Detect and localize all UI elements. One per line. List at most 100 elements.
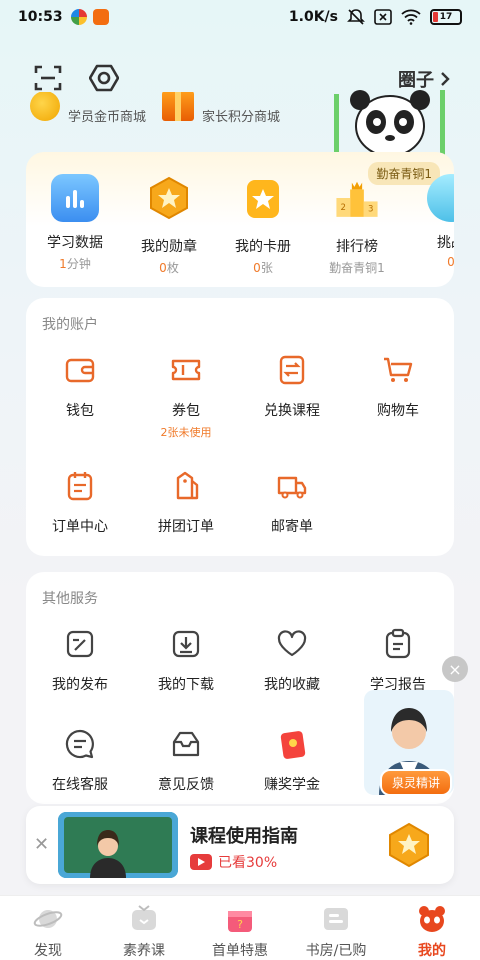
my-posts-button[interactable]: 我的发布 <box>30 628 130 694</box>
chart-icon <box>51 174 99 222</box>
guide-progress-text: 已看30% <box>218 855 278 871</box>
play-icon <box>190 854 212 870</box>
shop-notification-icon <box>92 9 109 25</box>
sim-off-icon <box>374 9 392 25</box>
achv-challenge[interactable]: 挑战 0 <box>406 174 454 269</box>
svg-text:?: ? <box>237 918 243 931</box>
guide-title: 课程使用指南 <box>190 826 298 847</box>
tab-bookshelf[interactable]: 书房/已购 <box>288 896 384 960</box>
mail-order-button[interactable]: 邮寄单 <box>242 470 342 536</box>
guide-card[interactable]: ✕ 课程使用指南 已看30% <box>26 806 454 884</box>
svg-text:3: 3 <box>368 205 373 215</box>
tab-mine[interactable]: 我的 <box>384 896 480 960</box>
tab-label: 首单特惠 <box>212 943 268 959</box>
panda-mascot-illustration <box>334 90 445 156</box>
clipboard-icon <box>385 628 411 659</box>
guide-progress: 已看30% <box>190 852 277 872</box>
achv-title: 我的勋章 <box>141 239 197 255</box>
tab-literacy-course[interactable]: 素养课 <box>96 896 192 960</box>
mute-icon <box>347 9 365 25</box>
grid-label: 兑换课程 <box>264 403 320 419</box>
grid-label: 购物车 <box>377 403 419 419</box>
grid-label: 我的发布 <box>52 677 108 693</box>
grid-label: 赚奖学金 <box>264 777 320 793</box>
achv-sub: 0 <box>447 255 454 269</box>
status-time: 10:53 <box>18 9 63 25</box>
guide-close-icon[interactable]: ✕ <box>34 834 49 855</box>
chat-icon <box>65 729 94 759</box>
online-service-button[interactable]: 在线客服 <box>30 728 130 794</box>
bottom-tab-bar: 发现 素养课 ? 首单特惠 书房/已购 我的 <box>0 895 480 960</box>
my-favorites-button[interactable]: 我的收藏 <box>242 628 342 694</box>
grid-label: 拼团订单 <box>158 519 214 535</box>
truck-icon <box>277 476 307 499</box>
tab-label: 我的 <box>418 943 446 959</box>
achv-medals[interactable]: 我的勋章 0枚 <box>124 174 214 276</box>
achv-cards[interactable]: 我的卡册 0张 <box>218 174 308 276</box>
achievement-card: 勤奋青铜1 学习数据 1分钟 我的勋章 0枚 我的卡册 0张 23 排行榜 勤奋… <box>26 152 454 287</box>
feedback-button[interactable]: 意见反馈 <box>136 728 236 794</box>
wallet-button[interactable]: 钱包 <box>30 354 130 420</box>
student-coin-mall[interactable]: 学员金币商城 <box>30 92 146 125</box>
achv-sub: 勤奋青铜1 <box>329 261 385 275</box>
grid-label: 我的下载 <box>158 677 214 693</box>
card-icon <box>247 180 279 218</box>
settings-icon[interactable] <box>86 60 122 96</box>
feedback-icon <box>172 731 200 757</box>
achv-leaderboard[interactable]: 23 排行榜 勤奋青铜1 <box>312 174 402 276</box>
planet-icon <box>33 910 63 928</box>
grid-label: 钱包 <box>66 403 94 419</box>
medal-badge-icon <box>389 822 429 868</box>
grid-label: 在线客服 <box>52 777 108 793</box>
exchange-course-button[interactable]: 兑换课程 <box>242 354 342 420</box>
exchange-icon <box>279 355 305 385</box>
cart-button[interactable]: 购物车 <box>348 354 448 420</box>
medal-icon <box>150 176 188 220</box>
account-card: 我的账户 钱包 券包 2张未使用 兑换课程 购物车 订单中心 拼团订单 邮寄单 <box>26 298 454 556</box>
study-report-button[interactable]: 学习报告 <box>348 628 448 694</box>
svg-text:2: 2 <box>341 203 346 213</box>
scan-icon[interactable] <box>30 60 66 96</box>
floating-close-button[interactable]: × <box>442 656 468 682</box>
achv-sub: 1分钟 <box>59 257 91 271</box>
achv-title: 我的卡册 <box>235 239 291 255</box>
earn-scholarship-button[interactable]: 赚奖学金 <box>242 728 342 794</box>
grid-label: 邮寄单 <box>271 519 313 535</box>
group-order-icon <box>176 471 199 500</box>
red-envelope-icon <box>280 731 306 759</box>
cart-icon <box>384 357 413 382</box>
parent-points-mall[interactable]: 家长积分商城 <box>162 92 280 125</box>
floating-tag[interactable]: 泉灵精讲 <box>379 769 452 796</box>
grid-label: 意见反馈 <box>158 777 214 793</box>
wifi-icon <box>401 9 421 25</box>
network-speed: 1.0K/s <box>288 9 338 25</box>
tab-discover[interactable]: 发现 <box>0 896 96 960</box>
tv-icon <box>132 905 156 930</box>
achv-sub: 0枚 <box>159 261 179 275</box>
order-center-button[interactable]: 订单中心 <box>30 470 130 536</box>
battery-level: 17 <box>439 12 453 22</box>
grid-label: 券包 <box>172 403 200 419</box>
gift-icon <box>162 92 194 121</box>
group-order-button[interactable]: 拼团订单 <box>136 470 236 536</box>
achv-sub: 0张 <box>253 261 273 275</box>
tab-first-order-deal[interactable]: ? 首单特惠 <box>192 896 288 960</box>
guide-video-thumbnail[interactable] <box>58 812 178 878</box>
achv-title: 学习数据 <box>47 235 103 251</box>
grid-label: 订单中心 <box>52 519 108 535</box>
challenge-icon <box>427 174 454 222</box>
podium-icon: 23 <box>336 181 378 217</box>
coupon-button[interactable]: 券包 2张未使用 <box>136 354 236 440</box>
tab-label: 素养课 <box>123 943 165 959</box>
section-title: 其他服务 <box>42 591 98 607</box>
achv-title: 挑战 <box>437 235 454 251</box>
chevron-right-icon <box>441 72 450 86</box>
grid-label: 我的收藏 <box>264 677 320 693</box>
battery-icon: 17 <box>430 9 462 25</box>
coupon-icon <box>171 359 201 381</box>
tab-label: 书房/已购 <box>305 943 367 959</box>
my-downloads-button[interactable]: 我的下载 <box>136 628 236 694</box>
achv-learning-data[interactable]: 学习数据 1分钟 <box>30 174 120 272</box>
tab-label: 发现 <box>34 943 62 959</box>
edit-icon <box>66 630 94 658</box>
